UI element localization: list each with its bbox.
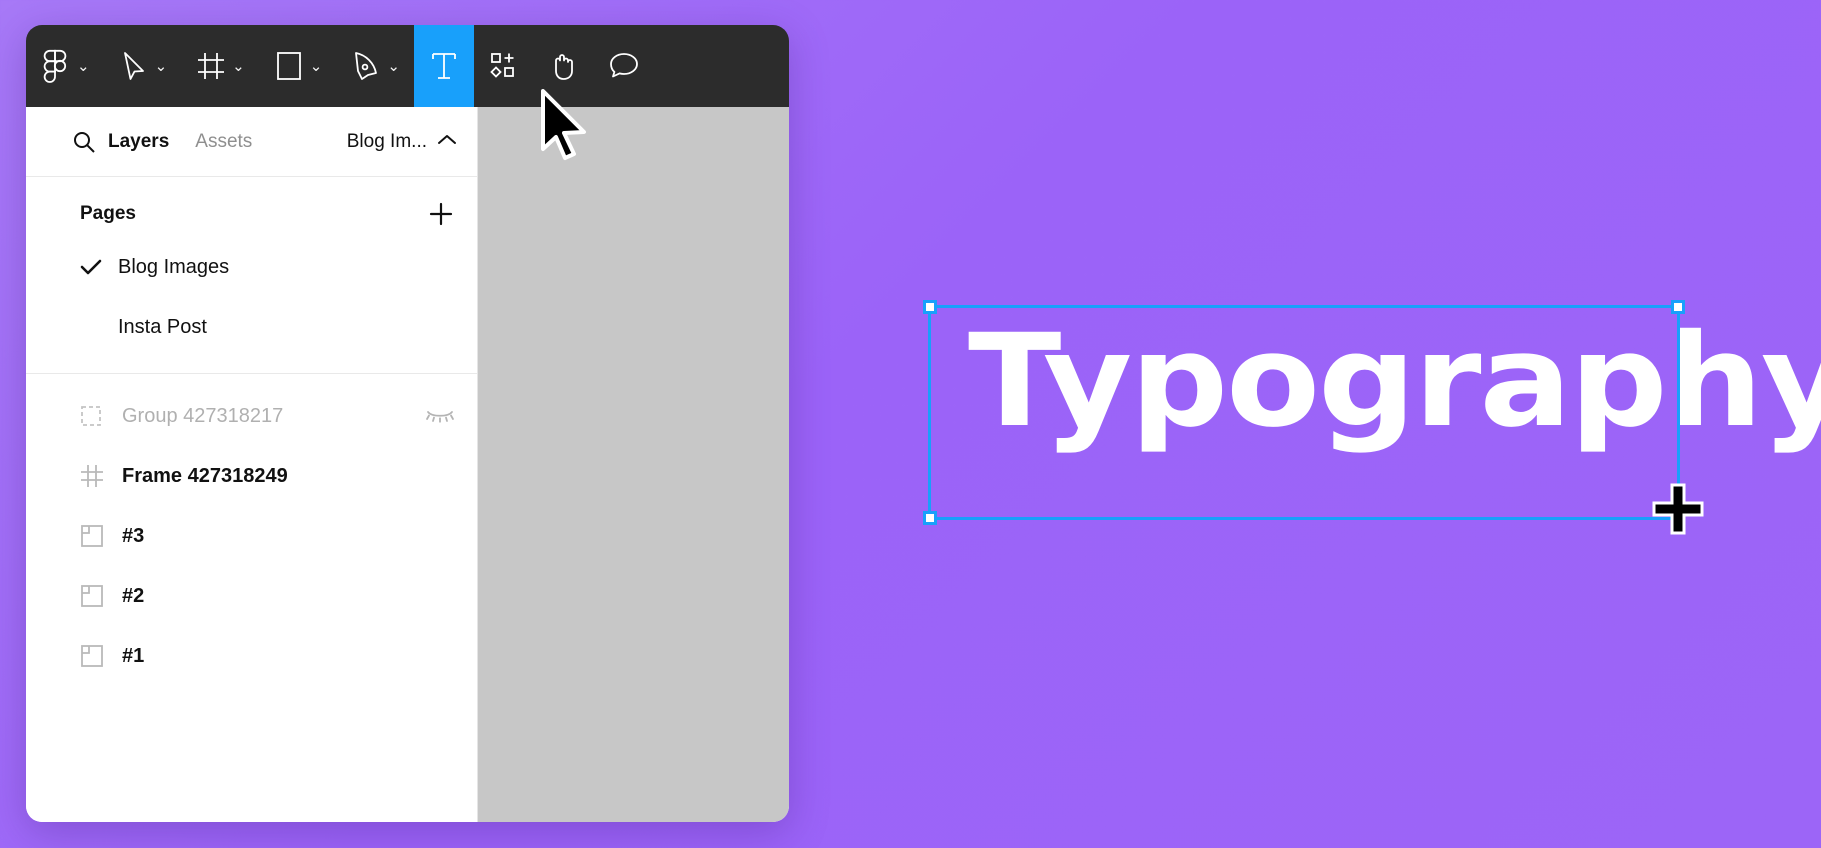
layer-row-frame[interactable]: Frame 427318249 <box>26 446 477 506</box>
toolbar-item-comment[interactable] <box>594 25 654 107</box>
chevron-down-icon: ⌄ <box>232 57 245 75</box>
pages-header: Pages <box>26 191 477 237</box>
selection-bounding-box[interactable] <box>923 300 1685 525</box>
components-plus-icon <box>484 46 524 86</box>
layer-name: Frame 427318249 <box>122 464 288 487</box>
page-label: Insta Post <box>118 315 207 338</box>
toolbar-item-figma-menu[interactable]: ⌄ <box>26 25 104 107</box>
cursor-arrow-icon <box>114 46 154 86</box>
selection-handle-bottom-right[interactable] <box>1671 511 1685 525</box>
chevron-up-icon <box>437 131 457 153</box>
layer-row-3[interactable]: #3 <box>26 506 477 566</box>
section-icon <box>80 644 122 668</box>
text-tool-icon <box>424 46 464 86</box>
frame-hash-icon <box>80 464 122 488</box>
hand-icon <box>544 46 584 86</box>
layer-row-2[interactable]: #2 <box>26 566 477 626</box>
toolbar-item-shape[interactable]: ⌄ <box>259 25 337 107</box>
chevron-down-icon: ⌄ <box>387 57 400 75</box>
page-label: Blog Images <box>118 255 230 278</box>
canvas-viewport-strip[interactable] <box>478 107 789 822</box>
figma-window: ⌄ ⌄ ⌄ ⌄ ⌄ Layers Assets Blog Im... Pages… <box>26 25 789 822</box>
sidebar-header: Layers Assets Blog Im... <box>26 107 477 177</box>
toolbar-item-hand[interactable] <box>534 25 594 107</box>
layer-name: #2 <box>122 584 145 607</box>
selection-handle-top-left[interactable] <box>923 300 937 314</box>
page-item-blog-images[interactable]: Blog Images <box>26 237 477 297</box>
toolbar-item-frame[interactable]: ⌄ <box>181 25 259 107</box>
file-name-label: Blog Im... <box>346 130 427 152</box>
layer-name: Group 427318217 <box>122 404 284 427</box>
section-icon <box>80 584 122 608</box>
selection-handle-top-right[interactable] <box>1671 300 1685 314</box>
pages-title: Pages <box>80 203 136 224</box>
search-icon[interactable] <box>72 130 108 154</box>
page-item-insta-post[interactable]: Insta Post <box>26 297 477 357</box>
tab-layers[interactable]: Layers <box>108 131 169 153</box>
plus-icon[interactable] <box>427 200 455 228</box>
left-sidebar: Layers Assets Blog Im... Pages Blog Imag… <box>26 107 478 822</box>
pen-icon <box>346 46 386 86</box>
layer-row-group[interactable]: Group 427318217 <box>26 386 477 446</box>
eye-closed-icon[interactable] <box>425 407 455 425</box>
group-dashed-icon <box>80 405 122 427</box>
toolbar-item-resources[interactable] <box>474 25 534 107</box>
toolbar-item-pen[interactable]: ⌄ <box>336 25 414 107</box>
chevron-down-icon: ⌄ <box>77 57 90 75</box>
tab-assets[interactable]: Assets <box>195 131 252 153</box>
check-icon <box>80 258 118 276</box>
panel-body: Layers Assets Blog Im... Pages Blog Imag… <box>26 107 789 822</box>
toolbar-item-text[interactable] <box>413 25 474 107</box>
toolbar: ⌄ ⌄ ⌄ ⌄ ⌄ <box>26 25 789 107</box>
chevron-down-icon: ⌄ <box>309 57 323 75</box>
pages-section: Pages Blog Images Insta Post <box>26 177 477 374</box>
layers-list: Group 427318217 Frame 427318249 #3 #2 #1 <box>26 374 477 822</box>
layer-row-1[interactable]: #1 <box>26 626 477 686</box>
layer-name: #1 <box>122 644 145 667</box>
figma-logo-icon <box>36 46 76 86</box>
rectangle-icon <box>269 46 309 86</box>
toolbar-item-move[interactable]: ⌄ <box>104 25 182 107</box>
chevron-down-icon: ⌄ <box>154 57 168 75</box>
file-name-chip[interactable]: Blog Im... <box>347 131 457 153</box>
layer-name: #3 <box>122 524 145 547</box>
selection-handle-bottom-left[interactable] <box>923 511 937 525</box>
section-icon <box>80 524 122 548</box>
comment-bubble-icon <box>604 46 644 86</box>
frame-icon <box>191 46 231 86</box>
